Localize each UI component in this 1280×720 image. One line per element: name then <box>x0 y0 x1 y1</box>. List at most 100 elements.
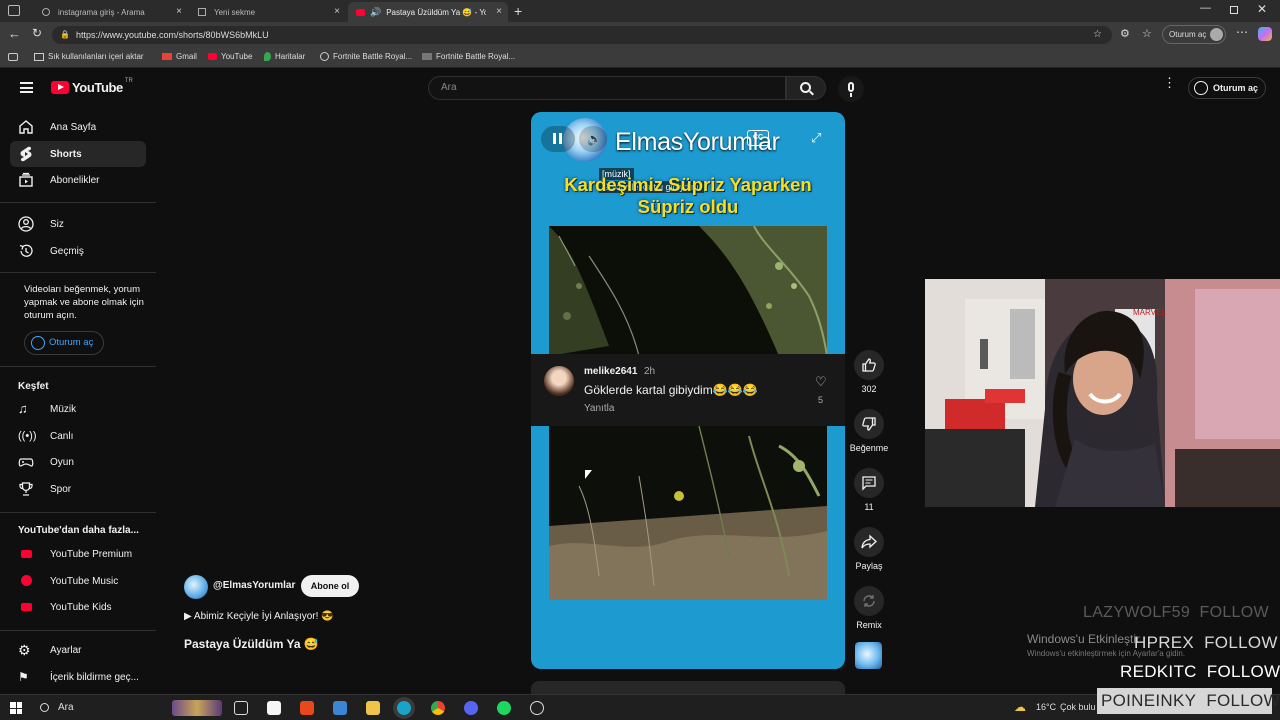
sidebar-item-history[interactable]: Geçmiş <box>10 238 146 264</box>
close-icon[interactable]: × <box>176 6 182 17</box>
channel-handle[interactable]: @ElmasYorumlar <box>213 580 295 591</box>
profile-signin-button[interactable]: Oturum aç <box>1162 25 1226 44</box>
voice-search-button[interactable] <box>838 76 864 102</box>
app-icon[interactable] <box>333 701 347 715</box>
back-icon[interactable]: ← <box>8 26 21 41</box>
volume-button[interactable]: 🔈 <box>579 126 607 152</box>
star-icon[interactable]: ☆ <box>1093 26 1102 44</box>
favorites-icon[interactable]: ☆ <box>1142 27 1152 40</box>
follow-alert-4: POINEINKY FOLLOW <box>1097 688 1280 714</box>
comments-button[interactable]: 11 <box>849 468 889 512</box>
bookmark-maps[interactable]: Haritalar <box>264 52 305 61</box>
weather-icon: ☁ <box>1014 700 1026 714</box>
url-field[interactable]: 🔒 https://www.youtube.com/shorts/80bWS6b… <box>52 26 1112 44</box>
account-icon <box>31 336 45 350</box>
bookmark-label: YouTube <box>221 52 253 61</box>
file-explorer-icon[interactable] <box>366 701 380 715</box>
task-view-icon[interactable] <box>234 701 248 715</box>
edge-icon[interactable] <box>397 701 411 715</box>
dislike-button[interactable]: Beğenme <box>849 409 889 453</box>
mouse-cursor-icon <box>585 470 592 479</box>
taskbar-search[interactable]: Ara <box>34 698 224 718</box>
more-icon[interactable]: ⋯ <box>1236 25 1248 39</box>
bookmark-fortnite-1[interactable]: Fortnite Battle Royal... <box>320 52 412 61</box>
bookmark-youtube[interactable]: YouTube <box>208 52 252 61</box>
follower-name: POINEINKY <box>1101 691 1197 710</box>
sidebar-item-premium[interactable]: YouTube Premium <box>10 541 146 567</box>
sidebar-item-report[interactable]: ⚑ İçerik bildirme geç... <box>10 664 146 690</box>
sidebar-item-live[interactable]: ((•)) Canlı <box>10 423 146 449</box>
pause-icon <box>553 133 556 144</box>
extensions-icon[interactable]: ⚙ <box>1120 27 1130 40</box>
copilot-icon[interactable] <box>1258 27 1272 41</box>
tab-search[interactable]: instagrama giriş - Arama × <box>34 2 188 22</box>
sidebar-toggle-icon[interactable] <box>8 53 18 61</box>
bookmark-gmail[interactable]: Gmail <box>162 52 197 61</box>
sidebar-item-music[interactable]: ♫ Müzik <box>10 396 146 422</box>
youtube-logo[interactable]: YouTube TR <box>51 78 133 95</box>
sidebar-signin-button[interactable]: Oturum aç <box>24 331 104 355</box>
streamer-webcam: MARVEL <box>925 279 1280 507</box>
close-window-button[interactable]: ✕ <box>1257 2 1267 16</box>
bookmark-fortnite-2[interactable]: Fortnite Battle Royal... <box>422 52 515 61</box>
sidebar-item-gaming[interactable]: Oyun <box>10 449 146 475</box>
close-icon[interactable]: × <box>496 6 502 17</box>
bookmark-import[interactable]: Sık kullanılanları içeri aktar <box>34 52 144 61</box>
share-button[interactable]: Paylaş <box>849 527 889 571</box>
chrome-icon[interactable] <box>431 701 445 715</box>
pause-button[interactable] <box>541 126 575 152</box>
settings-more-icon[interactable]: ⋮ <box>1163 76 1176 89</box>
refresh-icon[interactable]: ↻ <box>32 26 42 40</box>
heart-icon[interactable]: ♡ <box>815 374 827 390</box>
window-menu-icon[interactable] <box>8 5 20 16</box>
sidebar-item-label: YouTube Music <box>50 575 119 587</box>
hamburger-menu-icon[interactable] <box>20 82 33 93</box>
store-icon[interactable] <box>267 701 281 715</box>
tab-youtube[interactable]: 🔊 Pastaya Üzüldüm Ya 😅 - Yo × <box>348 2 508 22</box>
address-toolbar: ← ↻ 🔒 https://www.youtube.com/shorts/80b… <box>0 22 1280 48</box>
search-button[interactable] <box>786 76 826 100</box>
office-icon[interactable] <box>300 701 314 715</box>
tab-new[interactable]: Yeni sekme × <box>190 2 346 22</box>
sidebar-item-kids[interactable]: YouTube Kids <box>10 594 146 620</box>
sidebar-item-subscriptions[interactable]: Abonelikler <box>10 167 146 193</box>
windows-start-icon[interactable] <box>10 702 22 714</box>
search-icon <box>42 8 50 16</box>
sidebar-item-label: Siz <box>50 218 64 230</box>
subscribe-button[interactable]: Abone ol <box>301 575 359 597</box>
sidebar-item-sports[interactable]: Spor <box>10 476 146 502</box>
next-video-preview[interactable] <box>531 681 845 694</box>
video-description[interactable]: ▶ Abimiz Keçiyle İyi Anlaşıyor! 😎 <box>184 611 334 622</box>
close-icon[interactable]: × <box>334 6 340 17</box>
speaker-icon[interactable]: 🔊 <box>370 7 381 18</box>
sidebar-item-shorts[interactable]: Shorts <box>10 141 146 167</box>
search-input[interactable]: Ara <box>428 76 786 100</box>
channel-avatar[interactable] <box>184 575 208 599</box>
remix-button[interactable]: Remix <box>849 586 889 630</box>
sidebar-item-you[interactable]: Siz <box>10 211 146 237</box>
weather-temp[interactable]: 16°C <box>1036 702 1056 712</box>
discord-icon[interactable] <box>464 701 478 715</box>
commenter-name[interactable]: melike2641 <box>584 366 637 377</box>
comment-time: 2h <box>644 366 656 377</box>
spotify-icon[interactable] <box>497 701 511 715</box>
obs-icon[interactable] <box>530 701 544 715</box>
like-button[interactable]: 302 <box>849 350 889 394</box>
logo-text: YouTube <box>72 80 123 95</box>
captions-button[interactable]: CC <box>747 130 769 146</box>
audio-thumbnail[interactable] <box>855 642 882 669</box>
reply-button[interactable]: Yanıtla <box>584 403 614 414</box>
signin-button[interactable]: Oturum aç <box>1188 77 1266 99</box>
comment-like-count: 5 <box>818 395 824 405</box>
shorts-video-player[interactable]: ElmasYorumlar 🔈 CC ⤢ [müzik] Göklerde ka… <box>531 112 845 669</box>
new-tab-button[interactable]: + <box>514 3 522 19</box>
sidebar-item-music-app[interactable]: YouTube Music <box>10 568 146 594</box>
fullscreen-button[interactable]: ⤢ <box>811 130 821 146</box>
commenter-avatar[interactable] <box>544 366 574 396</box>
minimize-button[interactable]: — <box>1200 2 1211 14</box>
maximize-button[interactable] <box>1230 6 1238 14</box>
sidebar-item-home[interactable]: Ana Sayfa <box>10 114 146 140</box>
sidebar-item-settings[interactable]: ⚙ Ayarlar <box>10 637 146 663</box>
comment-card[interactable]: melike2641 2h Göklerde kartal gibiydim😂😂… <box>531 354 845 426</box>
remix-label: Remix <box>856 620 882 630</box>
